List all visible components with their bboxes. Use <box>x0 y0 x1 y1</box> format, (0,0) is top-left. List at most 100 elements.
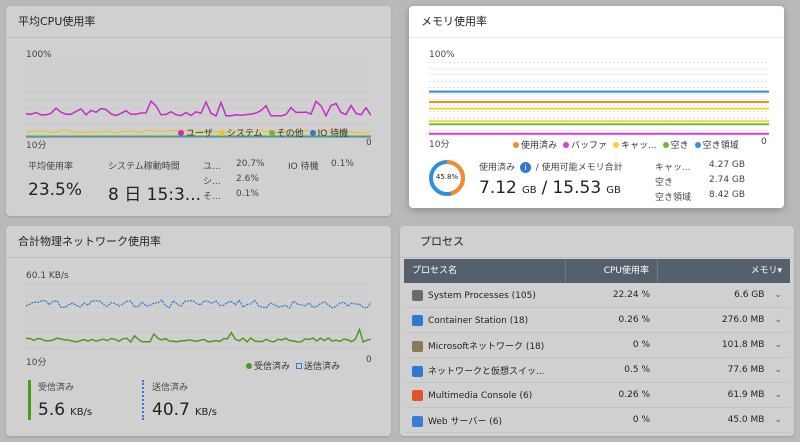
chevron-down-icon[interactable]: ⌄ <box>774 340 782 350</box>
legend-dot-icon <box>246 362 252 369</box>
memory-free-area-label: 空き領域 <box>655 193 692 203</box>
cpu-legend-user[interactable]: ユーザ <box>178 126 213 139</box>
cpu-breakdown-other-label: そ... <box>203 192 221 202</box>
network-rx-label: 受信済み <box>38 383 75 393</box>
cpu-io-value: 0.1% <box>331 159 354 169</box>
column-header-memory[interactable]: メモリ▾ <box>658 259 790 283</box>
process-card[interactable]: プロセス プロセス名 CPU使用率 メモリ▾ System Processes … <box>400 226 794 436</box>
memory-used-value: 7.12 <box>479 178 517 198</box>
cpu-breakdown-system-label: シ... <box>203 177 221 187</box>
process-cpu: 0 % <box>632 340 650 350</box>
legend-dot-icon <box>268 129 275 136</box>
memory-used-label: 使用済み i / 使用可能メモリ合計 <box>479 162 623 173</box>
legend-dot-icon <box>513 141 519 148</box>
process-icon <box>412 314 423 326</box>
memory-total-value: 15.53 <box>552 178 602 198</box>
cpu-legend-system[interactable]: システム <box>218 126 263 139</box>
process-icon <box>412 389 423 401</box>
chevron-down-icon[interactable]: ⌄ <box>774 365 782 375</box>
cpu-y-max-label: 100% <box>26 50 52 60</box>
process-row[interactable]: Container Station (18) 0.26 % 276.0 MB ⌄ <box>404 308 790 333</box>
process-row[interactable]: Multimedia Console (6) 0.26 % 61.9 MB ⌄ <box>404 383 790 408</box>
memory-legend-cache[interactable]: キャッ... <box>613 138 657 151</box>
process-memory: 101.8 MB <box>721 340 765 350</box>
memory-free-value: 2.74 GB <box>709 175 746 185</box>
process-rows: System Processes (105) 22.24 % 6.6 GB ⌄ Cont… <box>404 283 790 433</box>
process-card-title: プロセス <box>400 226 794 258</box>
network-tx-value: 40.7 KB/s <box>152 400 217 420</box>
chevron-down-icon[interactable]: ⌄ <box>774 415 782 425</box>
memory-card-title: メモリ使用率 <box>409 6 784 38</box>
memory-legend-used[interactable]: 使用済み <box>513 138 557 151</box>
cpu-uptime-label: システム稼動時間 <box>108 162 180 172</box>
column-header-name[interactable]: プロセス名 <box>404 259 566 283</box>
chevron-down-icon[interactable]: ⌄ <box>774 390 782 400</box>
network-legend-sent[interactable]: 送信済み <box>296 359 340 372</box>
network-x-start-label: 10分 <box>26 358 47 368</box>
cpu-breakdown-user-label: ユ... <box>203 162 221 172</box>
network-card-title: 合計物理ネットワーク使用率 <box>6 226 391 258</box>
cpu-avg-value: 23.5% <box>28 180 83 200</box>
process-row[interactable]: Web サーバー (6) 0 % 45.0 MB ⌄ <box>404 408 790 433</box>
cpu-legend-other[interactable]: その他 <box>268 126 304 139</box>
process-name: System Processes (105) <box>428 290 536 301</box>
network-legend-received[interactable]: 受信済み <box>246 359 290 372</box>
column-header-cpu[interactable]: CPU使用率 <box>566 259 658 283</box>
memory-legend-free-area[interactable]: 空き領域 <box>694 138 739 151</box>
network-rx-bar <box>28 380 31 420</box>
memory-y-max-label: 100% <box>429 50 455 60</box>
process-row[interactable]: ネットワークと仮想スイッ... 0.5 % 77.6 MB ⌄ <box>404 358 790 383</box>
info-icon[interactable]: i <box>519 162 531 173</box>
process-icon <box>412 365 423 377</box>
process-icon <box>412 340 423 352</box>
legend-dot-icon <box>309 129 316 136</box>
process-name: Microsoftネットワーク (18) <box>428 341 545 352</box>
cpu-breakdown-system-value: 2.6% <box>236 174 259 184</box>
network-chart <box>26 284 371 349</box>
memory-legend-free[interactable]: 空き <box>662 138 689 151</box>
memory-legend: 使用済み バッファ キャッ... 空き 空き領域 <box>513 138 739 151</box>
chevron-down-icon[interactable]: ⌄ <box>774 290 782 300</box>
legend-dot-icon <box>178 129 184 136</box>
process-row[interactable]: System Processes (105) 22.24 % 6.6 GB ⌄ <box>404 283 790 308</box>
process-cpu: 22.24 % <box>612 290 650 300</box>
process-memory: 45.0 MB <box>727 415 765 425</box>
memory-legend-buffer[interactable]: バッファ <box>563 138 607 151</box>
process-cpu: 0.26 % <box>618 390 650 400</box>
memory-usage-card[interactable]: メモリ使用率 100% 10分 0 使用済み バッファ キャッ... 空き 空き… <box>409 6 784 208</box>
cpu-breakdown-other-value: 0.1% <box>236 189 259 199</box>
network-usage-card[interactable]: 合計物理ネットワーク使用率 60.1 KB/s 10分 0 受信済み 送信済み … <box>6 226 391 436</box>
memory-x-start-label: 10分 <box>429 140 450 150</box>
chevron-down-icon[interactable]: ⌄ <box>774 315 782 325</box>
legend-dot-icon <box>218 129 225 136</box>
legend-dot-icon <box>662 141 669 148</box>
cpu-usage-card[interactable]: 平均CPU使用率 100% 10分 0 ユーザ システム その他 IO 待機 平… <box>6 6 391 216</box>
memory-used-unit: GB <box>521 185 537 196</box>
process-name: ネットワークと仮想スイッ... <box>428 366 545 377</box>
legend-square-icon <box>296 362 303 369</box>
cpu-x-start-label: 10分 <box>26 141 47 151</box>
cpu-x-end-label: 0 <box>366 138 372 148</box>
legend-dot-icon <box>563 141 570 148</box>
process-memory: 77.6 MB <box>727 365 765 375</box>
process-table-header: プロセス名 CPU使用率 メモリ▾ <box>404 259 790 283</box>
process-memory: 61.9 MB <box>727 390 765 400</box>
cpu-legend-io[interactable]: IO 待機 <box>309 126 348 139</box>
process-cpu: 0.5 % <box>624 365 650 375</box>
process-memory: 6.6 GB <box>734 290 765 300</box>
memory-free-area-value: 8.42 GB <box>709 190 746 200</box>
network-legend: 受信済み 送信済み <box>246 359 340 372</box>
network-tx-label: 送信済み <box>152 383 189 393</box>
network-x-end-label: 0 <box>366 355 372 365</box>
process-table: プロセス名 CPU使用率 メモリ▾ System Processes (105)… <box>404 259 790 433</box>
process-cpu: 0 % <box>632 415 650 425</box>
memory-x-end-label: 0 <box>761 137 767 147</box>
sort-desc-icon: ▾ <box>777 266 782 276</box>
memory-chart <box>429 62 769 135</box>
network-tx-bar <box>142 380 144 420</box>
process-name: Multimedia Console (6) <box>428 390 533 401</box>
process-row[interactable]: Microsoftネットワーク (18) 0 % 101.8 MB ⌄ <box>404 333 790 358</box>
memory-total-unit: GB <box>606 185 621 196</box>
memory-used-total: 7.12 GB / 15.53 GB <box>479 178 621 198</box>
process-icon <box>412 289 423 301</box>
